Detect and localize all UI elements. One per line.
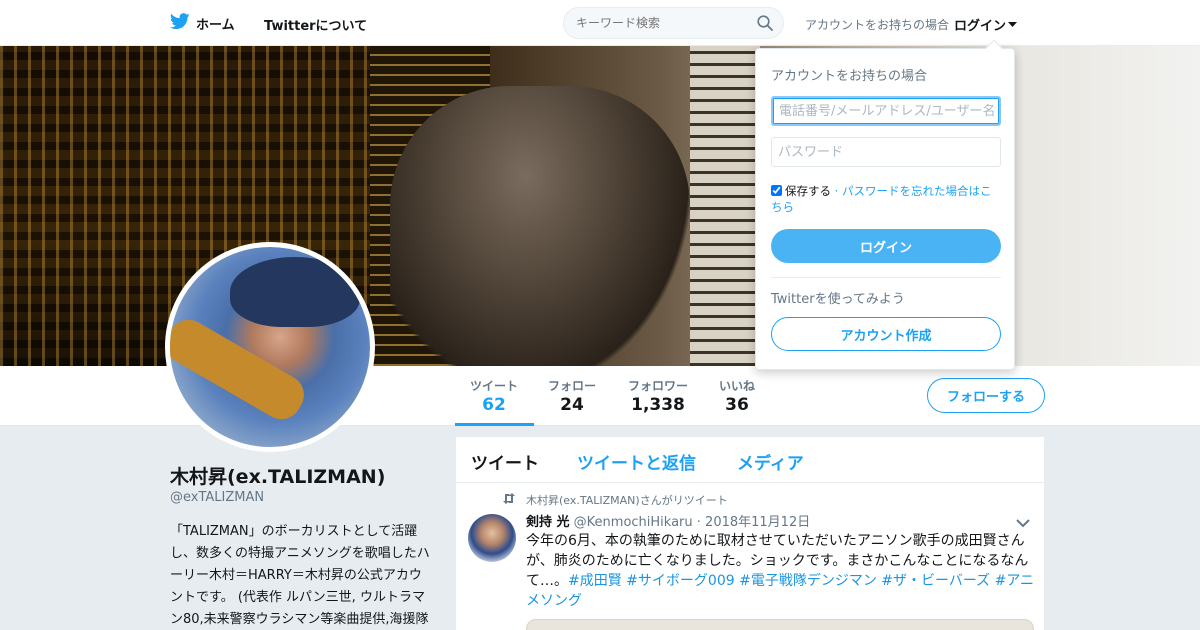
login-button[interactable]: ログイン bbox=[771, 229, 1001, 263]
stat-likes[interactable]: いいね 36 bbox=[719, 377, 755, 415]
tweet-header: 剣持 光 @KenmochiHikaru · 2018年11月12日 bbox=[526, 511, 810, 530]
avatar-hat bbox=[230, 257, 360, 327]
profile-avatar[interactable] bbox=[165, 242, 375, 452]
banner-window-blinds bbox=[690, 46, 760, 366]
stat-value: 36 bbox=[725, 395, 749, 415]
nav-login-button[interactable]: ログイン bbox=[954, 15, 1018, 34]
avatar-guitar bbox=[170, 312, 312, 427]
caret-down-icon bbox=[1008, 17, 1018, 32]
try-twitter-label: Twitterを使ってみよう bbox=[771, 292, 905, 307]
stat-value: 24 bbox=[560, 395, 584, 415]
search-box bbox=[563, 7, 784, 39]
tweet-hashtags[interactable]: #成田賢 #サイボーグ009 #電子戦隊デンジマン #ザ・ビーバーズ #アニメソ… bbox=[526, 573, 1034, 609]
timeline: ツイート ツイートと返信 メディア 木村昇(ex.TALIZMAN)さんがリツイ… bbox=[456, 437, 1044, 630]
search-input[interactable] bbox=[564, 8, 744, 38]
dropdown-title: アカウントをお持ちの場合 bbox=[771, 69, 928, 84]
retweet-context: 木村昇(ex.TALIZMAN)さんがリツイート bbox=[502, 492, 728, 508]
search-icon[interactable] bbox=[757, 15, 773, 35]
tweet-media[interactable] bbox=[526, 619, 1034, 630]
nav-home-label: ホーム bbox=[196, 18, 235, 33]
remember-checkbox[interactable] bbox=[771, 185, 782, 196]
tweet-author-name[interactable]: 剣持 光 bbox=[526, 515, 570, 530]
top-nav: ホーム Twitterについて アカウントをお持ちの場合 ログイン bbox=[0, 0, 1200, 46]
retweet-note[interactable]: 木村昇(ex.TALIZMAN)さんがリツイート bbox=[526, 492, 728, 508]
stat-tweets[interactable]: ツイート 62 bbox=[470, 377, 518, 415]
stat-label: ツイート bbox=[470, 379, 519, 393]
tweet-author-avatar[interactable] bbox=[468, 514, 516, 562]
stat-label: フォロー bbox=[548, 379, 597, 393]
follow-button[interactable]: フォローする bbox=[927, 378, 1045, 413]
nav-about[interactable]: Twitterについて bbox=[264, 15, 367, 34]
password-field[interactable] bbox=[771, 137, 1001, 167]
tab-tweets-replies[interactable]: ツイートと返信 bbox=[577, 449, 696, 474]
login-prompt: アカウントをお持ちの場合 bbox=[805, 18, 950, 32]
remember-row: 保存する · パスワードを忘れた場合はこちら bbox=[771, 183, 1001, 215]
profile-bio: 「TALIZMAN」のボーカリストとして活躍し、数多くの特撮アニメソングを歌唱し… bbox=[170, 524, 430, 627]
tab-tweets[interactable]: ツイート bbox=[471, 449, 539, 474]
stat-followers[interactable]: フォロワー 1,338 bbox=[628, 377, 688, 415]
retweet-icon bbox=[502, 493, 516, 507]
chevron-down-icon[interactable] bbox=[1016, 513, 1030, 532]
banner-person bbox=[390, 86, 690, 366]
tweet-date[interactable]: · 2018年11月12日 bbox=[697, 515, 810, 530]
username-field[interactable] bbox=[771, 96, 1001, 126]
stat-label: いいね bbox=[719, 379, 756, 393]
nav-home[interactable]: ホーム bbox=[169, 13, 235, 34]
profile-name: 木村昇(ex.TALIZMAN) bbox=[170, 466, 386, 488]
signup-button[interactable]: アカウント作成 bbox=[771, 317, 1001, 351]
tweet-author-handle[interactable]: @KenmochiHikaru bbox=[574, 515, 693, 530]
stat-following[interactable]: フォロー 24 bbox=[548, 377, 596, 415]
stat-value: 62 bbox=[482, 395, 506, 415]
tweet-text: 今年の6月、本の執筆のために取材させていただいたアニソン歌手の成田賢さんが、肺炎… bbox=[526, 531, 1036, 611]
timeline-tabs: ツイート ツイートと返信 メディア bbox=[456, 437, 1044, 483]
remember-label[interactable]: 保存する bbox=[785, 184, 831, 198]
profile-handle[interactable]: @exTALIZMAN bbox=[170, 490, 264, 505]
stat-label: フォロワー bbox=[628, 379, 689, 393]
nav-login-label: ログイン bbox=[954, 19, 1007, 34]
active-stat-underline bbox=[455, 423, 534, 426]
stat-value: 1,338 bbox=[631, 395, 685, 415]
tab-media[interactable]: メディア bbox=[737, 449, 804, 474]
dropdown-divider bbox=[771, 277, 1001, 278]
login-dropdown: アカウントをお持ちの場合 保存する · パスワードを忘れた場合はこちら ログイン… bbox=[755, 39, 1015, 370]
twitter-bird-icon bbox=[169, 13, 190, 34]
